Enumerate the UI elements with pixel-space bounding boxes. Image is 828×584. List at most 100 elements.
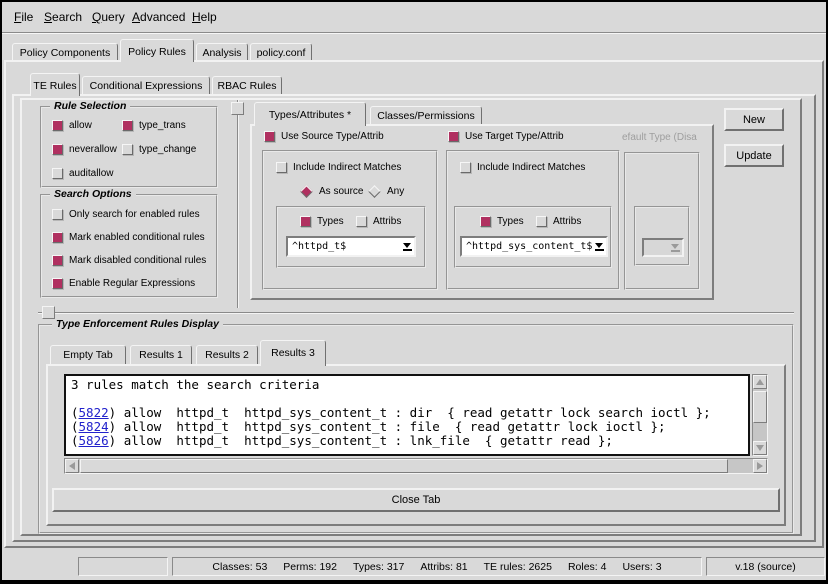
checkbox-target-include-indirect[interactable]: Include Indirect Matches <box>460 162 585 173</box>
checkbox-label: Attribs <box>553 216 581 227</box>
checkbox-label: Include Indirect Matches <box>477 162 585 173</box>
rule-id-link[interactable]: 5824 <box>79 419 109 434</box>
checkbox-use-target-type[interactable]: Use Target Type/Attrib <box>448 131 564 142</box>
checkbox-use-source-type[interactable]: Use Source Type/Attrib <box>264 131 384 142</box>
tab-policy-components[interactable]: Policy Components <box>12 43 118 60</box>
scrollbar-thumb[interactable] <box>753 391 767 423</box>
checkbox-target-types[interactable]: Types <box>480 216 524 227</box>
checkbox-indicator <box>52 144 63 155</box>
checkbox-auditallow[interactable]: auditallow <box>52 168 113 179</box>
rule-text: allow httpd_t httpd_sys_content_t : file… <box>116 419 665 434</box>
menu-query[interactable]: Query <box>92 10 125 24</box>
tab-results-2[interactable]: Results 2 <box>196 345 258 364</box>
chevron-down-icon[interactable] <box>592 243 606 251</box>
vertical-sash[interactable] <box>237 100 239 308</box>
default-type-combobox <box>642 238 684 257</box>
checkbox-label: neverallow <box>69 144 117 155</box>
source-types-attribs-frame: Types Attribs ^httpd_t$ <box>276 206 426 268</box>
checkbox-label: Types <box>497 216 524 227</box>
checkbox-type-trans[interactable]: type_trans <box>122 120 186 131</box>
blank-line <box>71 392 743 406</box>
search-options-group: Search Options Only search for enabled r… <box>40 194 218 298</box>
tab-rbac-rules[interactable]: RBAC Rules <box>212 76 282 94</box>
tab-policy-conf[interactable]: policy.conf <box>250 43 312 60</box>
scroll-left-icon[interactable] <box>65 459 79 473</box>
menu-search[interactable]: Search <box>44 10 82 24</box>
checkbox-label: type_change <box>139 144 196 155</box>
new-button[interactable]: New <box>724 108 784 131</box>
te-rules-display-title: Type Enforcement Rules Display <box>52 318 223 330</box>
radio-any[interactable]: Any <box>368 186 404 197</box>
checkbox-enable-regex[interactable]: Enable Regular Expressions <box>52 278 195 289</box>
close-tab-button[interactable]: Close Tab <box>52 488 780 512</box>
checkbox-indicator <box>460 162 471 173</box>
tab-analysis[interactable]: Analysis <box>196 43 248 60</box>
horizontal-sash-handle[interactable] <box>42 306 55 319</box>
tab-types-attributes[interactable]: Types/Attributes * <box>254 102 366 126</box>
scrollbar-thumb[interactable] <box>80 459 728 473</box>
checkbox-label: Include Indirect Matches <box>293 162 401 173</box>
tab-results-1[interactable]: Results 1 <box>130 345 192 364</box>
checkbox-indicator <box>448 131 459 142</box>
vertical-sash-handle[interactable] <box>231 102 244 115</box>
source-type-combobox[interactable]: ^httpd_t$ <box>286 236 416 257</box>
chevron-down-icon[interactable] <box>400 243 414 251</box>
stat-types: Types: 317 <box>353 561 404 573</box>
tab-classes-permissions[interactable]: Classes/Permissions <box>370 106 482 124</box>
tab-te-rules[interactable]: TE Rules <box>30 73 80 96</box>
checkbox-target-attribs[interactable]: Attribs <box>536 216 581 227</box>
checkbox-only-enabled-rules[interactable]: Only search for enabled rules <box>52 209 200 220</box>
scroll-down-icon[interactable] <box>753 441 767 455</box>
checkbox-indicator <box>52 168 63 179</box>
status-empty-panel <box>78 557 168 576</box>
menu-advanced[interactable]: Advanced <box>132 10 185 24</box>
checkbox-indicator <box>122 120 133 131</box>
checkbox-indicator <box>276 162 287 173</box>
radio-as-source[interactable]: As source <box>300 186 363 197</box>
target-types-attribs-frame: Types Attribs ^httpd_sys_content_t$ <box>454 206 612 268</box>
tab-policy-rules[interactable]: Policy Rules <box>120 39 194 62</box>
checkbox-allow[interactable]: allow <box>52 120 92 131</box>
checkbox-indicator <box>480 216 491 227</box>
checkbox-indicator <box>52 255 63 266</box>
checkbox-label: Use Target Type/Attrib <box>465 131 564 142</box>
results-summary: 3 rules match the search criteria <box>71 378 743 392</box>
default-type-frame <box>624 152 700 290</box>
status-version-panel: v.18 (source) <box>706 557 825 576</box>
rule-line: 5826 allow httpd_t httpd_sys_content_t :… <box>71 434 743 448</box>
horizontal-sash[interactable] <box>38 312 794 314</box>
results-vertical-scrollbar[interactable] <box>752 374 768 456</box>
menu-file[interactable]: File <box>14 10 33 24</box>
radio-indicator <box>368 185 381 198</box>
checkbox-source-include-indirect[interactable]: Include Indirect Matches <box>276 162 401 173</box>
rule-text: allow httpd_t httpd_sys_content_t : lnk_… <box>116 433 613 448</box>
tab-empty-tab[interactable]: Empty Tab <box>50 345 126 364</box>
rule-id-link[interactable]: 5822 <box>79 405 109 420</box>
results-horizontal-scrollbar[interactable] <box>64 458 768 474</box>
rule-id-link[interactable]: 5826 <box>79 433 109 448</box>
target-type-frame: Include Indirect Matches Types Attribs ^… <box>446 150 620 290</box>
search-options-title: Search Options <box>50 188 136 200</box>
stat-classes: Classes: 53 <box>212 561 267 573</box>
checkbox-label: type_trans <box>139 120 186 131</box>
scroll-up-icon[interactable] <box>753 375 767 389</box>
menu-help[interactable]: Help <box>192 10 217 24</box>
target-type-combobox[interactable]: ^httpd_sys_content_t$ <box>460 236 608 257</box>
update-button[interactable]: Update <box>724 144 784 167</box>
scroll-right-icon[interactable] <box>753 459 767 473</box>
stat-roles: Roles: 4 <box>568 561 607 573</box>
policy-version: v.18 (source) <box>735 561 796 573</box>
checkbox-mark-enabled-conditional[interactable]: Mark enabled conditional rules <box>52 232 205 243</box>
checkbox-indicator <box>300 216 311 227</box>
checkbox-indicator <box>52 120 63 131</box>
checkbox-type-change[interactable]: type_change <box>122 144 196 155</box>
checkbox-mark-disabled-conditional[interactable]: Mark disabled conditional rules <box>52 255 206 266</box>
rule-line: 5822 allow httpd_t httpd_sys_content_t :… <box>71 406 743 420</box>
checkbox-source-attribs[interactable]: Attribs <box>356 216 401 227</box>
checkbox-neverallow[interactable]: neverallow <box>52 144 117 155</box>
tab-results-3[interactable]: Results 3 <box>260 340 326 366</box>
checkbox-label: Mark disabled conditional rules <box>69 255 206 266</box>
checkbox-source-types[interactable]: Types <box>300 216 344 227</box>
results-text-area[interactable]: 3 rules match the search criteria 5822 a… <box>64 374 750 456</box>
tab-conditional-expressions[interactable]: Conditional Expressions <box>82 76 210 94</box>
